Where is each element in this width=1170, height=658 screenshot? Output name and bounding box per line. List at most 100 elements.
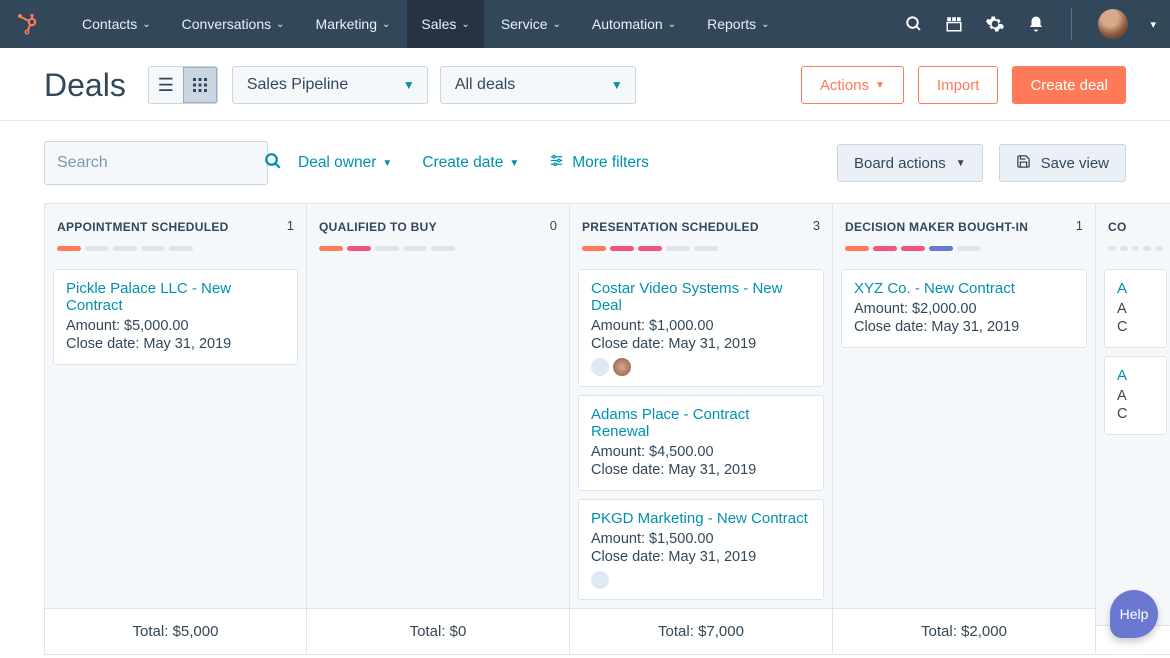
deal-card[interactable]: AA C [1104, 356, 1167, 435]
create-deal-label: Create deal [1030, 77, 1108, 94]
deal-close-date: Close date: May 31, 2019 [66, 336, 285, 352]
more-filters-label: More filters [572, 154, 649, 172]
deals-filter-value: All deals [455, 76, 515, 94]
filter-actions: Board actions ▼ Save view [837, 144, 1126, 182]
column-header: QUALIFIED TO BUY0 [307, 204, 569, 261]
user-avatar[interactable] [1098, 9, 1128, 39]
deal-card[interactable]: PKGD Marketing - New ContractAmount: $1,… [578, 499, 824, 600]
notifications-icon[interactable] [1027, 15, 1045, 33]
search-input[interactable] [57, 154, 264, 172]
deal-card[interactable]: Costar Video Systems - New DealAmount: $… [578, 269, 824, 387]
column-count: 3 [813, 218, 820, 233]
save-view-button[interactable]: Save view [999, 144, 1126, 182]
nav-item-label: Service [501, 16, 548, 32]
nav-item-conversations[interactable]: Conversations⌄ [168, 0, 299, 48]
deal-title: A [1117, 367, 1154, 384]
list-view-button[interactable]: ☰ [149, 67, 183, 103]
deal-owner-filter[interactable]: Deal owner ▼ [298, 154, 392, 172]
nav-item-marketing[interactable]: Marketing⌄ [302, 0, 405, 48]
chevron-down-icon: ▼ [956, 158, 966, 169]
column-header: CO [1096, 204, 1170, 261]
progress-pill [1108, 246, 1116, 251]
hubspot-logo-icon[interactable] [14, 11, 40, 37]
chevron-down-icon: ▼ [509, 158, 519, 169]
progress-pill [638, 246, 662, 251]
progress-pill [901, 246, 925, 251]
column-count: 1 [1076, 218, 1083, 233]
search-box[interactable] [44, 141, 268, 185]
progress-pill [610, 246, 634, 251]
progress-pill [1132, 246, 1140, 251]
chevron-down-icon: ▼ [382, 158, 392, 169]
deal-card[interactable]: Pickle Palace LLC - New ContractAmount: … [53, 269, 298, 365]
chevron-down-icon[interactable]: ▾ [1150, 18, 1156, 31]
search-icon[interactable] [905, 15, 923, 33]
progress-pill [85, 246, 109, 251]
nav-item-label: Sales [421, 16, 456, 32]
column-title: QUALIFIED TO BUY [319, 220, 437, 234]
column-cards: Costar Video Systems - New Deal Amount: $… [570, 261, 832, 608]
header-buttons: Actions ▼ Import Create deal [801, 66, 1126, 104]
chevron-down-icon: ⌄ [668, 19, 676, 30]
chevron-down-icon: ⌄ [461, 19, 469, 30]
board: APPOINTMENT SCHEDULED 1 Pickle Palace LLC … [0, 203, 1170, 655]
nav-item-label: Automation [592, 16, 663, 32]
nav-items: Contacts⌄Conversations⌄Marketing⌄Sales⌄S… [68, 0, 784, 48]
nav-item-reports[interactable]: Reports⌄ [693, 0, 783, 48]
column-title: PRESENTATION SCHEDULED [582, 220, 759, 234]
more-filters-button[interactable]: More filters [549, 153, 649, 173]
nav-item-automation[interactable]: Automation ⌄ [578, 0, 690, 48]
deal-title: Costar Video Systems - New Deal [591, 280, 811, 314]
search-icon[interactable] [264, 152, 282, 175]
nav-item-label: Marketing [316, 16, 377, 32]
progress-pills [845, 246, 1083, 251]
pipeline-selector[interactable]: Sales Pipeline ▼ [232, 66, 428, 104]
settings-icon[interactable] [985, 14, 1005, 34]
marketplace-icon[interactable] [945, 15, 963, 33]
column-cards [307, 261, 569, 608]
progress-pill [582, 246, 606, 251]
avatar-icon [613, 358, 631, 376]
deal-owner-label: Deal owner [298, 154, 376, 172]
column-total: Total: $7,000 [570, 608, 832, 654]
board-actions-button[interactable]: Board actions ▼ [837, 144, 983, 182]
progress-pill [845, 246, 869, 251]
divider [1071, 8, 1072, 40]
column-total: Total: $2,000 [833, 608, 1095, 654]
column-cards: XYZ Co. - New ContractAmount: $2,000.00C… [833, 261, 1095, 608]
nav-item-sales[interactable]: Sales ⌄ [407, 0, 483, 48]
progress-pill [319, 246, 343, 251]
page-header: Deals ☰ Sales Pipeline ▼ All deals ▼ Act… [0, 48, 1170, 121]
top-nav: Contacts⌄Conversations⌄Marketing⌄Sales⌄S… [0, 0, 1170, 48]
deal-amount: Amount: $4,500.00 [591, 444, 811, 460]
board-column: PRESENTATION SCHEDULED 3 Costar Video Syst… [570, 203, 833, 655]
deals-filter-selector[interactable]: All deals ▼ [440, 66, 636, 104]
deal-amount: A [1117, 301, 1154, 317]
progress-pill [403, 246, 427, 251]
nav-item-service[interactable]: Service⌄ [487, 0, 575, 48]
board-view-button[interactable] [183, 67, 217, 103]
board-column: APPOINTMENT SCHEDULED1Pickle Palace LLC … [44, 203, 307, 655]
deal-card[interactable]: AA C [1104, 269, 1167, 348]
nav-item-contacts[interactable]: Contacts⌄ [68, 0, 165, 48]
progress-pill [957, 246, 981, 251]
avatar-icon [591, 571, 609, 589]
progress-pill [666, 246, 690, 251]
board-actions-label: Board actions [854, 155, 946, 172]
nav-item-label: Reports [707, 16, 756, 32]
column-cards: AA C AA C [1096, 261, 1170, 625]
column-title: APPOINTMENT SCHEDULED [57, 220, 229, 234]
column-total: Total: $0 [307, 608, 569, 654]
deal-amount: Amount: $1,500.00 [591, 531, 811, 547]
deal-card[interactable]: Adams Place - Contract RenewalAmount: $4… [578, 395, 824, 491]
progress-pill [113, 246, 137, 251]
help-button[interactable]: Help [1110, 590, 1158, 638]
progress-pills [57, 246, 294, 251]
column-header: PRESENTATION SCHEDULED 3 [570, 204, 832, 261]
actions-button[interactable]: Actions ▼ [801, 66, 904, 104]
view-toggle: ☰ [148, 66, 218, 104]
deal-card[interactable]: XYZ Co. - New ContractAmount: $2,000.00C… [841, 269, 1087, 348]
create-date-filter[interactable]: Create date ▼ [422, 154, 519, 172]
import-button[interactable]: Import [918, 66, 999, 104]
create-deal-button[interactable]: Create deal [1012, 66, 1126, 104]
